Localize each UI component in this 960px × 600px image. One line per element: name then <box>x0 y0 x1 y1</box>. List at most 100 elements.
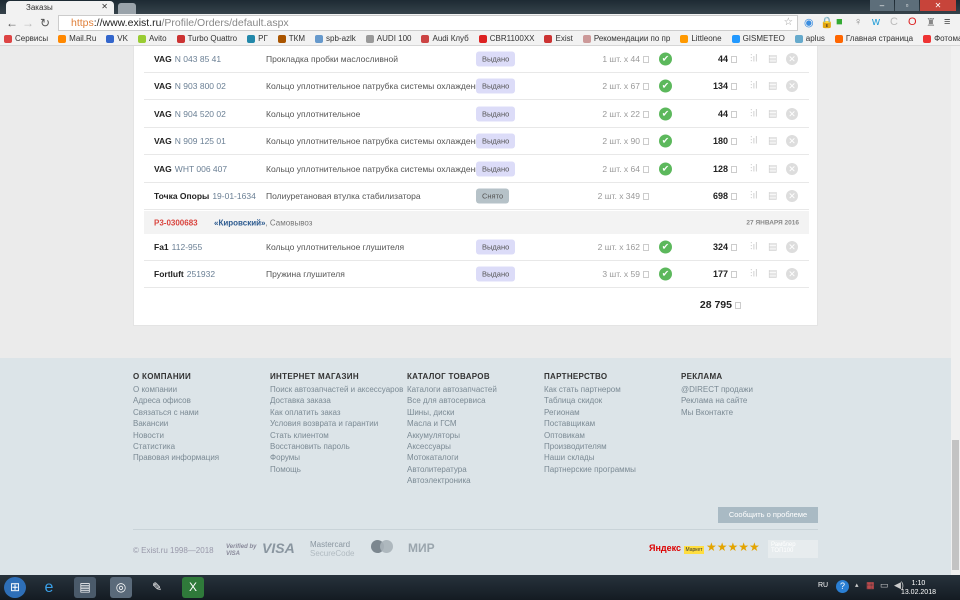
add-note-icon[interactable]: ▤ <box>768 54 777 65</box>
footer-link[interactable]: Автоэлектроника <box>407 475 497 486</box>
bookmark-item[interactable]: Сервисы <box>4 32 48 45</box>
footer-link[interactable]: Регионам <box>544 407 636 418</box>
bookmark-item[interactable]: Avito <box>137 32 167 45</box>
remove-icon[interactable]: ✕ <box>786 268 798 281</box>
footer-link[interactable]: Адреса офисов <box>133 395 219 406</box>
footer-link[interactable]: Оптовикам <box>544 430 636 441</box>
footer-link[interactable]: Автолитература <box>407 464 497 475</box>
excel-icon[interactable]: X <box>182 577 204 598</box>
bookmark-item[interactable]: Фотомагниты <box>923 32 960 45</box>
add-note-icon[interactable]: ▤ <box>768 191 777 202</box>
add-note-icon[interactable]: ▤ <box>768 108 777 119</box>
scrollbar-thumb[interactable] <box>952 440 959 570</box>
reload-icon[interactable]: ↻ <box>40 16 50 30</box>
bookmark-item[interactable]: Littleone <box>680 32 722 45</box>
footer-link[interactable]: Партнерские программы <box>544 464 636 475</box>
bookmark-item[interactable]: CBR1100XX <box>478 32 534 45</box>
footer-link[interactable]: Мы Вконтакте <box>681 407 753 418</box>
footer-link[interactable]: Каталоги автозапчастей <box>407 384 497 395</box>
extension-green-icon[interactable]: ■ <box>836 16 843 28</box>
bookmark-item[interactable]: AUDI 100 <box>365 32 411 45</box>
statistics-icon[interactable]: ⫶ıl <box>750 242 758 253</box>
forward-icon[interactable]: → <box>22 16 34 30</box>
bookmark-item[interactable]: Exist <box>544 32 573 45</box>
bookmark-item[interactable]: Audi Клуб <box>421 32 469 45</box>
bookmark-item[interactable]: Mail.Ru <box>58 32 96 45</box>
address-bar[interactable]: https://www.exist.ru/Profile/Orders/defa… <box>58 15 798 31</box>
order-number[interactable]: Р3-0300683 <box>154 218 198 227</box>
yandex-market-logo[interactable]: Яндекс Маркет <box>649 543 705 554</box>
footer-link[interactable]: Статистика <box>133 441 219 452</box>
rambler-top100-logo[interactable]: Рамблер ТОП100 <box>768 540 818 558</box>
bookmark-item[interactable]: Turbo Quattro <box>176 32 237 45</box>
browser-tab[interactable]: Заказы ✕ <box>6 1 114 14</box>
part-code[interactable]: N 904 520 02 <box>175 109 226 119</box>
footer-link[interactable]: Форумы <box>270 452 403 463</box>
part-code[interactable]: N 043 85 41 <box>175 54 221 64</box>
add-note-icon[interactable]: ▤ <box>768 136 777 147</box>
maximize-button[interactable]: ▫ <box>895 0 919 11</box>
language-indicator[interactable]: RU <box>818 582 828 589</box>
part-code[interactable]: 19-01-1634 <box>212 191 255 201</box>
extension-icon[interactable]: ♀ <box>854 16 862 28</box>
opera-icon[interactable]: O <box>908 16 917 28</box>
footer-link[interactable]: Правовая информация <box>133 452 219 463</box>
tray-expand-icon[interactable]: ▴ <box>855 581 859 589</box>
footer-link[interactable]: @DIRECT продажи <box>681 384 753 395</box>
close-window-button[interactable]: ✕ <box>920 0 956 11</box>
footer-link[interactable]: Связаться с нами <box>133 407 219 418</box>
footer-link[interactable]: Реклама на сайте <box>681 395 753 406</box>
extension-icon[interactable]: ◉ <box>804 16 814 29</box>
close-tab-icon[interactable]: ✕ <box>101 2 108 11</box>
statistics-icon[interactable]: ⫶ıl <box>750 269 758 280</box>
footer-link[interactable]: Производителям <box>544 441 636 452</box>
tray-app-icon[interactable]: ▦ <box>866 580 875 591</box>
footer-link[interactable]: Таблица скидок <box>544 395 636 406</box>
footer-link[interactable]: Условия возврата и гарантии <box>270 418 403 429</box>
bookmark-item[interactable]: ТКМ <box>277 32 305 45</box>
add-note-icon[interactable]: ▤ <box>768 163 777 174</box>
footer-link[interactable]: Стать клиентом <box>270 430 403 441</box>
back-icon[interactable]: ← <box>6 16 18 30</box>
remove-icon[interactable]: ✕ <box>786 162 798 175</box>
footer-link[interactable]: Восстановить пароль <box>270 441 403 452</box>
statistics-icon[interactable]: ⫶ıl <box>750 108 758 119</box>
add-note-icon[interactable]: ▤ <box>768 81 777 92</box>
footer-link[interactable]: Как оплатить заказ <box>270 407 403 418</box>
statistics-icon[interactable]: ⫶ıl <box>750 191 758 202</box>
footer-link[interactable]: Доставка заказа <box>270 395 403 406</box>
bookmark-item[interactable]: РГ <box>247 32 268 45</box>
bookmark-star-icon[interactable]: ☆ <box>784 16 793 28</box>
extension-c-icon[interactable]: C <box>890 16 898 28</box>
file-explorer-icon[interactable]: ▤ <box>74 577 96 598</box>
minimize-button[interactable]: – <box>870 0 894 11</box>
bookmark-item[interactable]: Рекомендации по пр <box>582 32 670 45</box>
remove-icon[interactable]: ✕ <box>786 190 798 202</box>
part-code[interactable]: N 903 800 02 <box>175 81 226 91</box>
new-tab-button[interactable] <box>118 3 136 14</box>
remove-icon[interactable]: ✕ <box>786 107 798 120</box>
menu-icon[interactable]: ≡ <box>944 16 950 28</box>
bookmark-item[interactable]: Главная страница <box>834 32 913 45</box>
part-code[interactable]: 112-955 <box>172 242 203 252</box>
part-code[interactable]: WHT 006 407 <box>175 164 227 174</box>
footer-link[interactable]: Поиск автозапчастей и аксессуаров <box>270 384 403 395</box>
footer-link[interactable]: Все для автосервиса <box>407 395 497 406</box>
bookmark-item[interactable]: GISMETEO <box>731 32 785 45</box>
statistics-icon[interactable]: ⫶ıl <box>750 81 758 92</box>
internet-explorer-icon[interactable]: e <box>38 577 60 598</box>
lock-icon[interactable]: 🔒 <box>820 16 834 29</box>
footer-link[interactable]: Мотокаталоги <box>407 452 497 463</box>
footer-link[interactable]: Помощь <box>270 464 403 475</box>
remove-icon[interactable]: ✕ <box>786 53 798 65</box>
footer-link[interactable]: Масла и ГСМ <box>407 418 497 429</box>
bookmark-item[interactable]: spb-azlk <box>315 32 356 45</box>
bookmark-item[interactable]: VK <box>106 32 128 45</box>
footer-link[interactable]: Поставщикам <box>544 418 636 429</box>
footer-link[interactable]: О компании <box>133 384 219 395</box>
remove-icon[interactable]: ✕ <box>786 80 798 93</box>
help-icon[interactable]: ? <box>836 580 849 593</box>
extension-wave-icon[interactable]: w <box>872 16 880 28</box>
footer-link[interactable]: Аккумуляторы <box>407 430 497 441</box>
footer-link[interactable]: Наши склады <box>544 452 636 463</box>
